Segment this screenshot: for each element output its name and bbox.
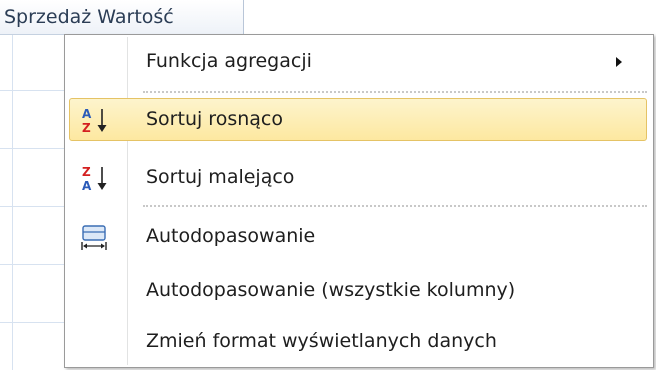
sort-ascending-az-icon: A Z xyxy=(82,107,107,134)
column-header-sales-value[interactable]: Sprzedaż Wartość xyxy=(0,0,244,35)
svg-text:Z: Z xyxy=(82,121,91,134)
menu-item-label: Autodopasowanie xyxy=(146,225,316,247)
menu-separator xyxy=(143,91,647,93)
menu-item-autofit[interactable]: Autodopasowanie xyxy=(69,215,647,258)
sort-descending-za-icon: Z A xyxy=(82,165,107,192)
menu-item-sort-ascending[interactable]: A Z Sortuj rosnąco xyxy=(69,98,647,141)
menu-gutter-divider xyxy=(127,37,128,365)
menu-item-autofit-all-columns[interactable]: Autodopasowanie (wszystkie kolumny) xyxy=(69,269,647,312)
menu-item-sort-descending[interactable]: Z A Sortuj malejąco xyxy=(69,156,647,199)
grid-row-line xyxy=(0,264,66,265)
menu-item-label: Autodopasowanie (wszystkie kolumny) xyxy=(146,279,516,301)
menu-item-change-display-format[interactable]: Zmień format wyświetlanych danych xyxy=(69,320,647,363)
svg-text:A: A xyxy=(82,179,92,192)
svg-text:A: A xyxy=(82,107,92,121)
menu-item-label: Funkcja agregacji xyxy=(146,50,312,72)
menu-item-label: Sortuj malejąco xyxy=(146,166,295,188)
grid-row-line xyxy=(0,90,66,91)
menu-separator xyxy=(143,205,647,207)
submenu-arrow-icon xyxy=(616,57,622,67)
menu-item-aggregate-function[interactable]: Funkcja agregacji xyxy=(69,40,647,83)
grid-row-line xyxy=(0,322,66,323)
grid-row-line xyxy=(0,206,66,207)
menu-icon-gutter xyxy=(65,35,125,367)
menu-item-label: Sortuj rosnąco xyxy=(146,108,283,130)
context-menu: Funkcja agregacji A Z Sortuj rosnąco Z A… xyxy=(64,34,654,368)
autofit-column-icon xyxy=(81,225,107,250)
grid-column-line xyxy=(12,35,13,370)
grid-row-line xyxy=(0,148,66,149)
svg-text:Z: Z xyxy=(82,165,91,179)
menu-item-label: Zmień format wyświetlanych danych xyxy=(146,330,497,352)
